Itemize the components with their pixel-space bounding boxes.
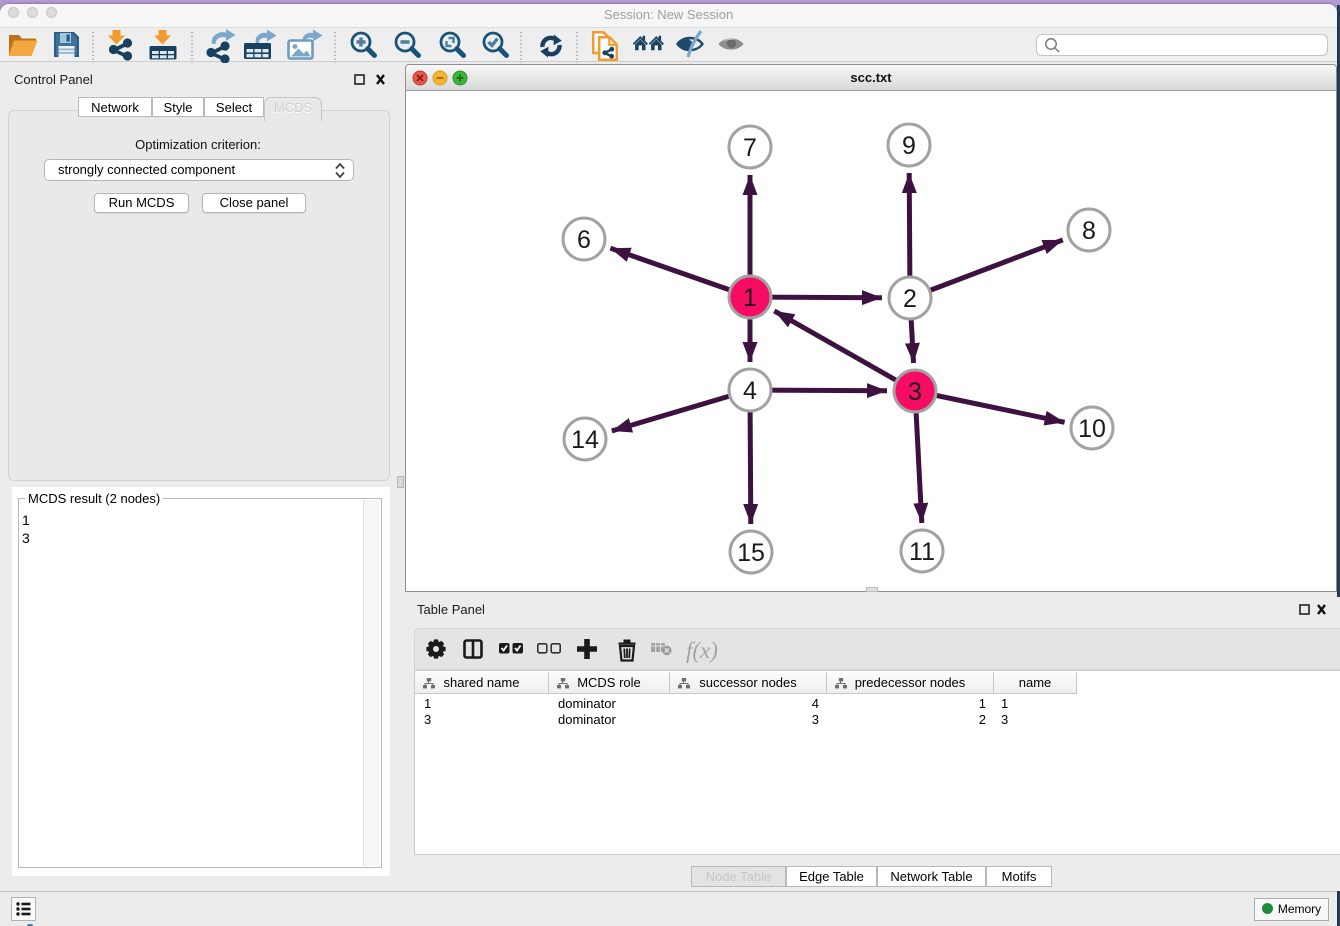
svg-text:7: 7 bbox=[743, 134, 757, 162]
svg-text:10: 10 bbox=[1078, 415, 1106, 443]
svg-text:14: 14 bbox=[571, 426, 599, 454]
svg-text:f(x): f(x) bbox=[686, 638, 718, 663]
svg-text:6: 6 bbox=[577, 226, 591, 254]
svg-text:4: 4 bbox=[743, 377, 757, 405]
svg-text:15: 15 bbox=[737, 539, 765, 567]
svg-text:9: 9 bbox=[902, 132, 916, 160]
svg-text:2: 2 bbox=[903, 285, 917, 313]
svg-text:3: 3 bbox=[908, 378, 922, 406]
svg-text:8: 8 bbox=[1082, 217, 1096, 245]
svg-text:11: 11 bbox=[909, 538, 935, 566]
svg-text:1: 1 bbox=[743, 284, 757, 312]
